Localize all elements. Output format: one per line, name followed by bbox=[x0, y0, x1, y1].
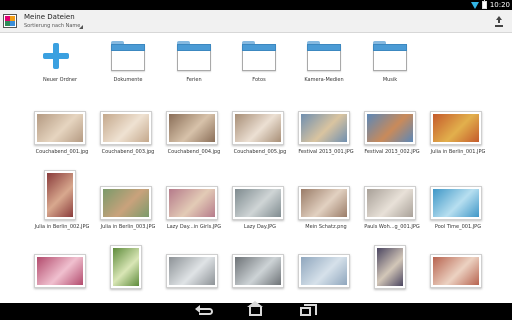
folder-item[interactable]: Ferien bbox=[164, 40, 224, 88]
photo-thumbnail bbox=[34, 111, 86, 145]
photo-thumbnail bbox=[430, 186, 482, 220]
sort-dropdown[interactable]: Sortierung nach Name bbox=[24, 23, 80, 29]
photo-thumbnail bbox=[232, 254, 284, 288]
photo-thumbnail bbox=[166, 186, 218, 220]
folder-label: Dokumente bbox=[113, 77, 143, 83]
photo-item[interactable]: Julia in Berlin_001.JPG bbox=[426, 111, 490, 171]
status-time: 10:20 bbox=[489, 1, 510, 9]
folder-label: Fotos bbox=[252, 77, 266, 83]
photo-item[interactable]: Couchabend_004.jpg bbox=[162, 111, 226, 171]
photo-thumbnail bbox=[34, 254, 86, 288]
home-icon[interactable] bbox=[244, 301, 268, 320]
photo-item[interactable]: Pool Time_001.JPG bbox=[426, 186, 490, 246]
action-bar: Meine Dateien Sortierung nach Name bbox=[0, 10, 512, 33]
status-icons: 10:20 bbox=[470, 0, 510, 10]
photo-item[interactable]: Couchabend_003.jpg bbox=[96, 111, 160, 171]
folder-icon bbox=[242, 40, 276, 74]
folder-icon bbox=[373, 40, 407, 74]
photo-label: Lazy Day...in Girls.JPG bbox=[166, 224, 222, 230]
photo-item[interactable]: Couchabend_001.jpg bbox=[30, 111, 94, 171]
battery-icon bbox=[481, 0, 487, 9]
photo-thumbnail bbox=[364, 186, 416, 220]
folder-item[interactable]: Dokumente bbox=[98, 40, 158, 88]
photo-thumbnail bbox=[374, 245, 406, 289]
photo-label: Festival 2013_001.JPG bbox=[298, 149, 354, 155]
photo-item[interactable]: Julia in Berlin_002.JPG bbox=[30, 170, 94, 246]
photo-label: Couchabend_003.jpg bbox=[101, 149, 155, 155]
photo-item[interactable]: Mein Schatz.png bbox=[294, 186, 358, 246]
page-title: Meine Dateien bbox=[24, 13, 75, 21]
photo-item[interactable]: Festival 2013_001.JPG bbox=[294, 111, 358, 171]
folder-item[interactable]: Musik bbox=[360, 40, 420, 88]
photo-thumbnail bbox=[298, 186, 350, 220]
plus-icon bbox=[43, 42, 73, 72]
photo-item[interactable]: Lazy Day...in Girls.JPG bbox=[162, 186, 226, 246]
photo-thumbnail bbox=[430, 111, 482, 145]
photo-thumbnail bbox=[232, 186, 284, 220]
photo-label: Pool Time_001.JPG bbox=[434, 224, 482, 230]
folder-label: Musik bbox=[382, 77, 398, 83]
photo-item[interactable]: Festival 2013_002.JPG bbox=[360, 111, 424, 171]
upload-icon[interactable] bbox=[494, 16, 504, 27]
app-screen: 10:20 Meine Dateien Sortierung nach Name… bbox=[0, 0, 512, 320]
photo-item[interactable]: Julia in Berlin_003.JPG bbox=[96, 186, 160, 246]
photo-label: Couchabend_005.jpg bbox=[233, 149, 287, 155]
folder-item[interactable]: Kamera-Medien bbox=[294, 40, 354, 88]
photo-thumbnail bbox=[100, 186, 152, 220]
dropdown-indicator-icon[interactable] bbox=[79, 25, 83, 29]
photo-label: Julia in Berlin_003.JPG bbox=[100, 224, 156, 230]
photo-label: Festival 2013_002.JPG bbox=[364, 149, 420, 155]
photo-label: Pauls Woh...g_001.JPG bbox=[364, 224, 420, 230]
wifi-icon bbox=[470, 1, 479, 9]
photo-thumbnail bbox=[364, 111, 416, 145]
photo-label: Couchabend_004.jpg bbox=[167, 149, 221, 155]
folder-icon bbox=[177, 40, 211, 74]
recents-icon[interactable] bbox=[294, 303, 318, 320]
folder-icon bbox=[111, 40, 145, 74]
folder-icon bbox=[307, 40, 341, 74]
photo-label: Julia in Berlin_001.JPG bbox=[430, 149, 486, 155]
app-logo-icon[interactable] bbox=[3, 14, 17, 28]
navigation-bar bbox=[0, 301, 512, 320]
folder-item[interactable]: Fotos bbox=[229, 40, 289, 88]
photo-item[interactable]: Couchabend_005.jpg bbox=[228, 111, 292, 171]
photo-thumbnail bbox=[298, 254, 350, 288]
folder-label: Kamera-Medien bbox=[304, 77, 344, 83]
photo-label: Couchabend_001.jpg bbox=[35, 149, 89, 155]
photo-thumbnail bbox=[298, 111, 350, 145]
photo-thumbnail bbox=[44, 170, 76, 220]
photo-thumbnail bbox=[430, 254, 482, 288]
folder-label: Neuer Ordner bbox=[42, 77, 78, 83]
photo-label: Julia in Berlin_002.JPG bbox=[34, 224, 90, 230]
photo-thumbnail bbox=[166, 111, 218, 145]
photo-thumbnail bbox=[110, 245, 142, 289]
photo-item[interactable]: Lazy Day.JPG bbox=[228, 186, 292, 246]
photo-label: Lazy Day.JPG bbox=[243, 224, 277, 230]
status-bar: 10:20 bbox=[0, 0, 512, 10]
back-icon[interactable] bbox=[195, 303, 219, 320]
folder-label: Ferien bbox=[186, 77, 202, 83]
new-folder-button[interactable]: Neuer Ordner bbox=[30, 40, 90, 88]
photo-thumbnail bbox=[232, 111, 284, 145]
photo-label: Mein Schatz.png bbox=[305, 224, 347, 230]
photo-thumbnail bbox=[166, 254, 218, 288]
photo-item[interactable]: Pauls Woh...g_001.JPG bbox=[360, 186, 424, 246]
photo-thumbnail bbox=[100, 111, 152, 145]
